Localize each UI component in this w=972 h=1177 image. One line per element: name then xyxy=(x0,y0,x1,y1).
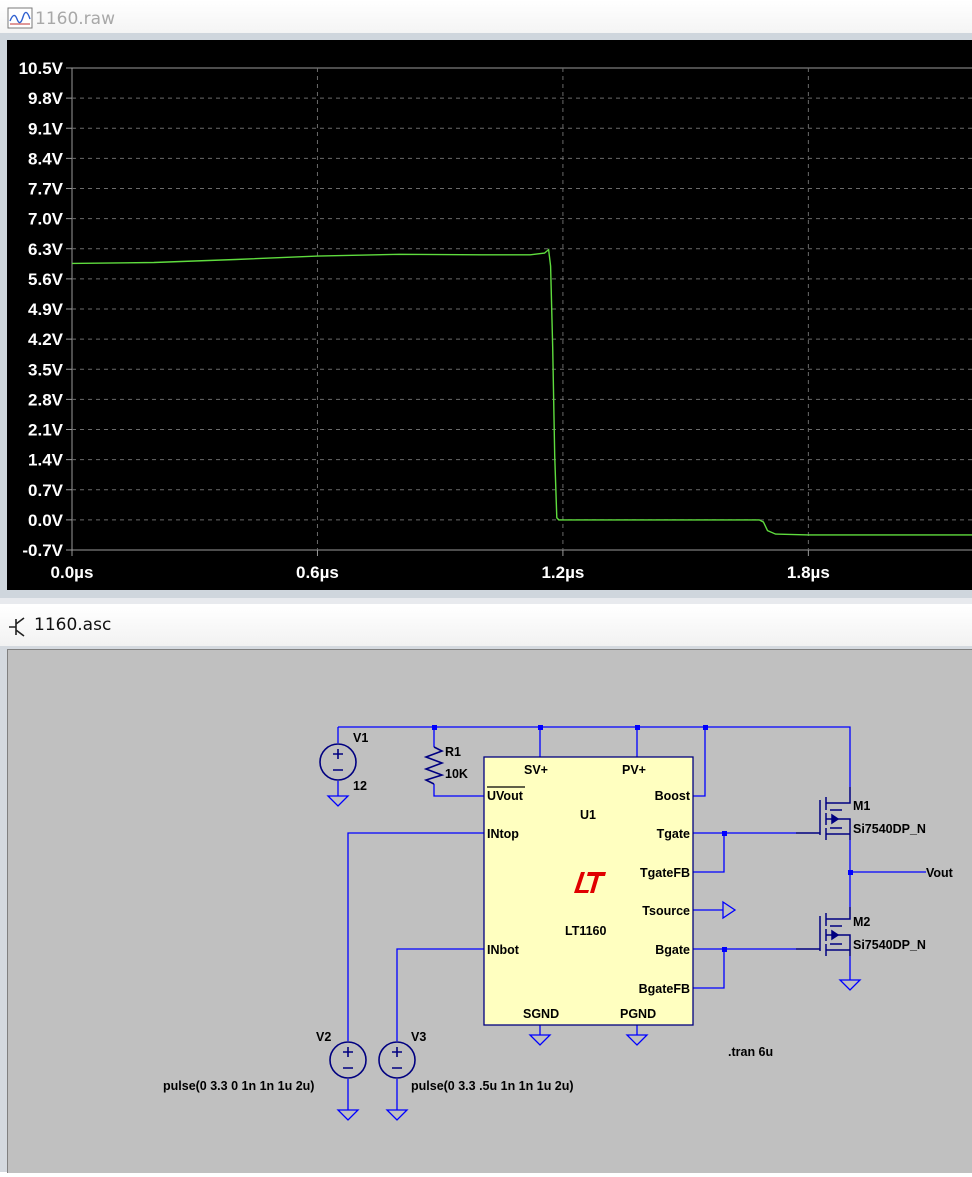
plot-window-frame: 10.5V 9.8V 9.1V 8.4V 7.7V 7.0V 6.3V 5.6V 4.9V 4.2… xyxy=(0,33,972,598)
pin-tsource-label: Tsource xyxy=(642,904,690,918)
m1-name-label: M1 xyxy=(853,799,870,813)
pin-svplus-label: SV+ xyxy=(524,763,548,777)
v1-source[interactable] xyxy=(319,743,357,781)
m2-mosfet[interactable] xyxy=(796,907,851,956)
y-tick-label: 6.3V xyxy=(28,240,64,259)
plot-window-title: 1160.raw xyxy=(35,9,115,29)
x-tick-label: 0.6µs xyxy=(296,563,339,582)
transistor-icon xyxy=(9,617,25,637)
y-tick-label: 2.8V xyxy=(28,390,64,409)
y-tick-label: 10.5V xyxy=(19,59,64,78)
schematic-drawing[interactable]: V1 12 R1 10K SV+ PV+ UVout Boost U1 INto… xyxy=(8,650,972,1173)
window-separator xyxy=(0,598,972,604)
y-tick-label: 7.7V xyxy=(28,180,64,199)
y-tick-label: 4.9V xyxy=(28,300,64,319)
u1-part-label: LT1160 xyxy=(565,924,607,938)
v1-name-label: V1 xyxy=(353,731,368,745)
pin-bgatefb-label: BgateFB xyxy=(639,982,690,996)
y-tick-label: 1.4V xyxy=(28,451,64,470)
m2-part-label: Si7540DP_N xyxy=(853,938,926,952)
waveform-icon xyxy=(7,7,33,29)
schematic-canvas[interactable]: V1 12 R1 10K SV+ PV+ UVout Boost U1 INto… xyxy=(7,649,972,1173)
x-tick-label: 1.2µs xyxy=(541,563,584,582)
pin-intop-label: INtop xyxy=(487,827,519,841)
pin-pgnd-label: PGND xyxy=(620,1007,656,1021)
u1-name-label: U1 xyxy=(580,808,596,822)
pin-pvplus-label: PV+ xyxy=(622,763,646,777)
y-tick-label: 7.0V xyxy=(28,210,64,229)
pin-bgate-label: Bgate xyxy=(655,943,690,957)
spice-directive: .tran 6u xyxy=(728,1045,773,1059)
v2-value-label: pulse(0 3.3 0 1n 1n 1u 2u) xyxy=(163,1079,314,1093)
pin-boost-label: Boost xyxy=(655,789,691,803)
r1-name-label: R1 xyxy=(445,745,461,759)
pin-sgnd-label: SGND xyxy=(523,1007,559,1021)
y-tick-label: 5.6V xyxy=(28,270,64,289)
schematic-window-title: 1160.asc xyxy=(34,615,112,635)
vout-net-label: Vout xyxy=(926,866,954,880)
x-tick-label: 0.0µs xyxy=(51,563,94,582)
v1-value-label: 12 xyxy=(353,779,367,793)
y-tick-label: 9.1V xyxy=(28,119,64,138)
y-tick-label: 3.5V xyxy=(28,360,64,379)
y-tick-label: 2.1V xyxy=(28,421,64,440)
y-tick-label: 4.2V xyxy=(28,330,64,349)
y-tick-label: 9.8V xyxy=(28,89,64,108)
voltage-trace xyxy=(71,248,972,536)
pin-uvout-label: UVout xyxy=(487,789,524,803)
y-tick-label: 8.4V xyxy=(28,149,64,168)
y-tick-label: -0.7V xyxy=(22,541,63,560)
v3-value-label: pulse(0 3.3 .5u 1n 1n 1u 2u) xyxy=(411,1079,574,1093)
schematic-window-frame: V1 12 R1 10K SV+ PV+ UVout Boost U1 INto… xyxy=(0,646,972,1173)
v3-name-label: V3 xyxy=(411,1030,426,1044)
pin-inbot-label: INbot xyxy=(487,943,520,957)
v3-source[interactable] xyxy=(378,1041,416,1079)
m1-mosfet[interactable] xyxy=(796,787,851,840)
waveform-plot-pane[interactable]: 10.5V 9.8V 9.1V 8.4V 7.7V 7.0V 6.3V 5.6V 4.9V 4.2… xyxy=(7,40,972,590)
r1-resistor[interactable] xyxy=(423,746,445,785)
y-tick-label: 0.0V xyxy=(28,511,64,530)
r1-value-label: 10K xyxy=(445,767,468,781)
x-tick-label: 1.8µs xyxy=(787,563,830,582)
y-tick-label: 0.7V xyxy=(28,481,64,500)
pin-tgatefb-label: TgateFB xyxy=(640,866,690,880)
v2-source[interactable] xyxy=(329,1041,367,1079)
waveform-chart[interactable]: 10.5V 9.8V 9.1V 8.4V 7.7V 7.0V 6.3V 5.6V 4.9V 4.2… xyxy=(7,40,972,590)
schematic-window-titlebar[interactable]: 1160.asc xyxy=(0,606,972,646)
pin-tgate-label: Tgate xyxy=(657,827,690,841)
m1-part-label: Si7540DP_N xyxy=(853,822,926,836)
m2-name-label: M2 xyxy=(853,915,870,929)
tsource-port xyxy=(722,900,737,920)
v2-name-label: V2 xyxy=(316,1030,331,1044)
